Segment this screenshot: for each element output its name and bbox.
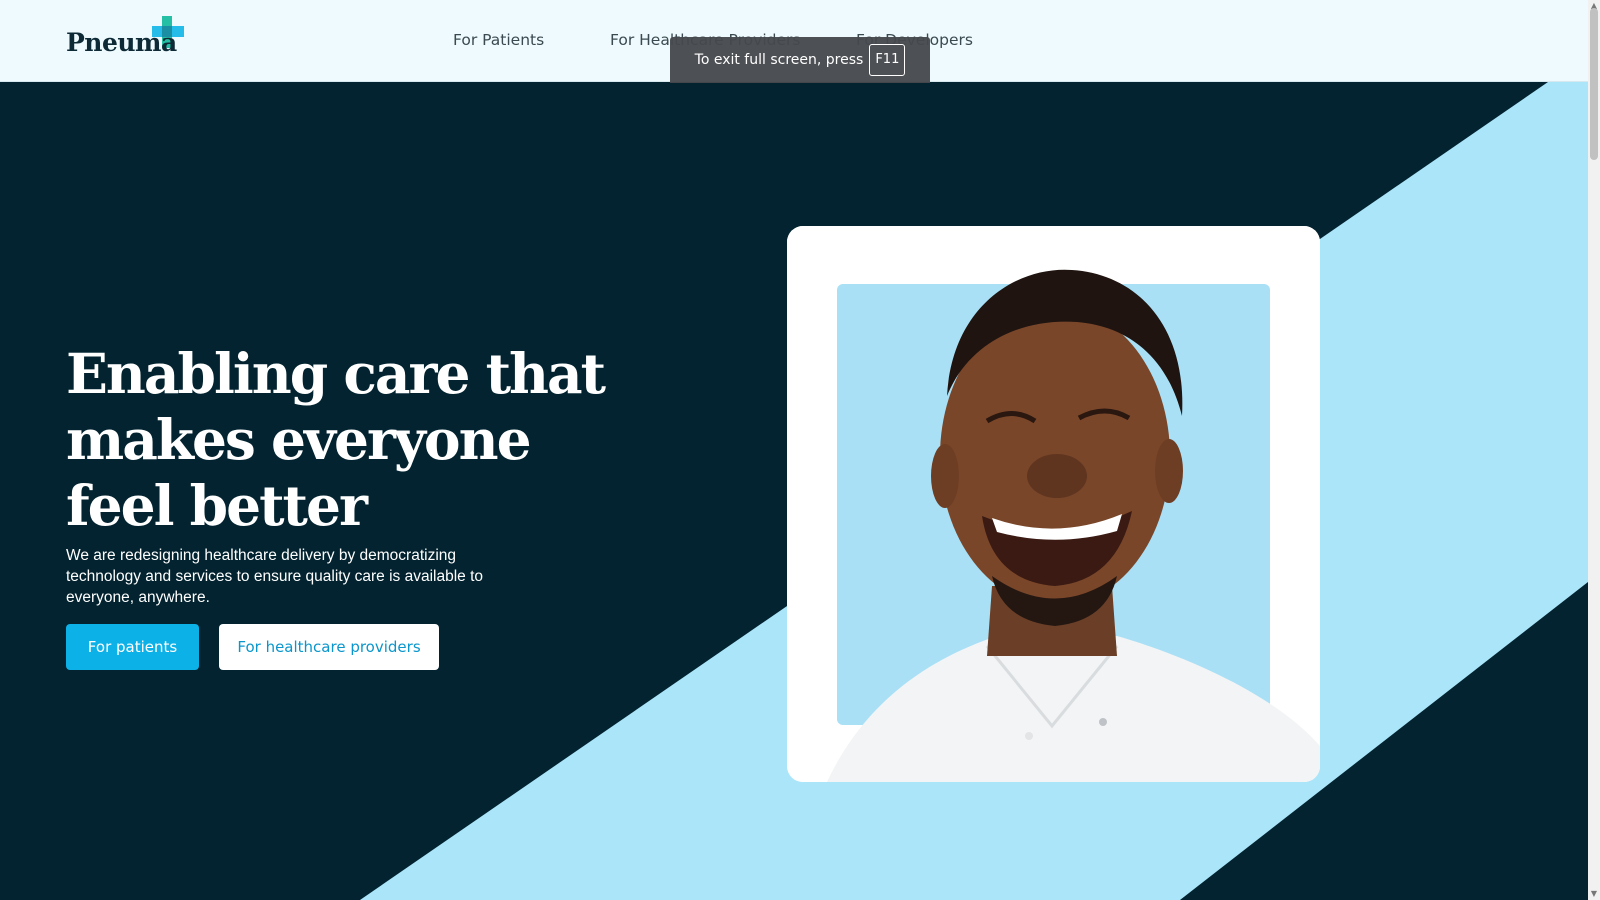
for-patients-button[interactable]: For patients [66, 624, 199, 670]
hero-photo-card [787, 226, 1320, 782]
page-scrollbar[interactable]: ▲ ▼ [1588, 0, 1600, 900]
for-healthcare-providers-button[interactable]: For healthcare providers [219, 624, 439, 670]
pneuma-logo[interactable]: Pneuma [66, 14, 186, 60]
fullscreen-exit-notice: To exit full screen, press F11 [670, 37, 930, 83]
hero-headline: Enabling care that makes everyone feel b… [66, 341, 606, 538]
hero-subtext: We are redesigning healthcare delivery b… [66, 547, 484, 606]
scroll-down-arrow-icon[interactable]: ▼ [1588, 888, 1600, 900]
nav-for-patients[interactable]: For Patients [453, 31, 544, 49]
hero-section: Enabling care that makes everyone feel b… [0, 82, 1588, 900]
f11-key-badge: F11 [869, 44, 906, 76]
scrollbar-thumb[interactable] [1590, 8, 1598, 160]
logo-wordmark: Pneuma [66, 28, 177, 57]
fullscreen-notice-text: To exit full screen, press [694, 52, 864, 68]
smiling-man-photo [787, 226, 1320, 782]
